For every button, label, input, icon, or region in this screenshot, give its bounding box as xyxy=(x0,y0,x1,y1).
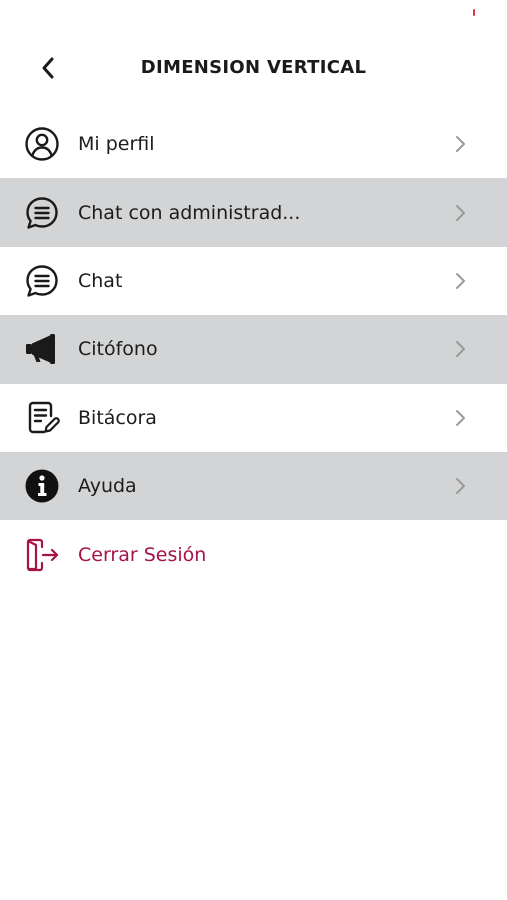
chat-bubble-icon xyxy=(23,262,61,300)
menu-item-mi-perfil[interactable]: Mi perfil xyxy=(0,110,507,178)
menu-item-bitacora[interactable]: Bitácora xyxy=(0,384,507,452)
page-title: DIMENSION VERTICAL xyxy=(140,57,367,78)
logout-button[interactable]: Cerrar Sesión xyxy=(0,520,507,588)
info-icon xyxy=(23,467,61,505)
menu-item-label: Mi perfil xyxy=(78,133,155,156)
menu-item-citofono[interactable]: Citófono xyxy=(0,315,507,384)
chevron-right-icon xyxy=(450,408,470,428)
logbook-edit-icon xyxy=(23,399,61,437)
chat-bubble-icon xyxy=(23,194,61,232)
user-circle-icon xyxy=(23,125,61,163)
menu-item-label: Bitácora xyxy=(78,406,157,429)
menu-item-label: Citófono xyxy=(78,338,158,361)
back-button[interactable] xyxy=(30,50,66,86)
menu-list: Mi perfil Chat con administrad... Chat C… xyxy=(0,110,507,589)
menu-item-label: Chat xyxy=(78,269,123,292)
menu-item-chat-administrador[interactable]: Chat con administrad... xyxy=(0,178,507,247)
chevron-right-icon xyxy=(450,203,470,223)
menu-item-chat[interactable]: Chat xyxy=(0,247,507,315)
chevron-right-icon xyxy=(450,134,470,154)
chevron-right-icon xyxy=(450,271,470,291)
chevron-left-icon xyxy=(42,57,54,79)
megaphone-icon xyxy=(23,330,61,368)
menu-item-label: Ayuda xyxy=(78,475,137,498)
menu-item-label: Chat con administrad... xyxy=(78,201,301,224)
header: DIMENSION VERTICAL xyxy=(0,40,507,96)
menu-item-ayuda[interactable]: Ayuda xyxy=(0,451,507,521)
status-indicator xyxy=(473,9,475,16)
logout-door-icon xyxy=(23,536,61,574)
logout-label: Cerrar Sesión xyxy=(78,543,207,566)
chevron-right-icon xyxy=(450,339,470,359)
chevron-right-icon xyxy=(450,476,470,496)
